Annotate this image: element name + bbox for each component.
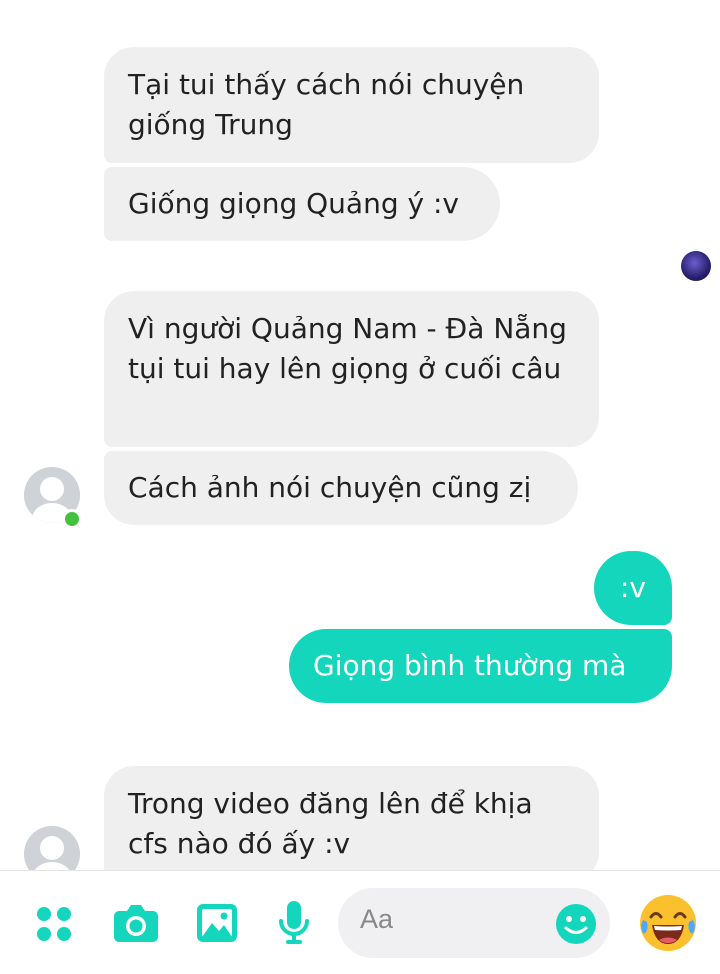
- message-bubble[interactable]: Giống giọng Quảng ý :v: [104, 167, 500, 241]
- message-thread: Tại tui thấy cách nói chuyện giống Trung…: [0, 0, 720, 870]
- laughing-emoji-icon: [640, 895, 696, 951]
- message-bubble[interactable]: Tại tui thấy cách nói chuyện giống Trung: [104, 47, 599, 163]
- apps-button[interactable]: [34, 904, 74, 944]
- message-composer: Aa: [0, 870, 720, 974]
- message-bubble[interactable]: Trong video đăng lên để khịa cfs nào đó …: [104, 766, 599, 870]
- microphone-button[interactable]: [276, 899, 312, 947]
- message-bubble[interactable]: :v: [594, 551, 672, 625]
- message-text: Vì người Quảng Nam - Đà Nẵng tụi tui hay…: [128, 312, 567, 385]
- message-text: Tại tui thấy cách nói chuyện giống Trung: [128, 68, 525, 141]
- message-bubble[interactable]: Cách ảnh nói chuyện cũng zị: [104, 451, 578, 525]
- apps-icon: [37, 907, 71, 941]
- online-status-dot: [62, 509, 82, 529]
- message-text: Cách ảnh nói chuyện cũng zị: [128, 471, 532, 504]
- camera-icon: [114, 905, 158, 942]
- gallery-icon: [197, 904, 237, 942]
- message-bubble[interactable]: Vì người Quảng Nam - Đà Nẵng tụi tui hay…: [104, 291, 599, 447]
- emoji-icon: [556, 904, 596, 944]
- message-text: :v: [619, 571, 646, 604]
- gallery-button[interactable]: [195, 901, 239, 945]
- contact-avatar[interactable]: [24, 826, 80, 870]
- message-text: Giọng bình thường mà: [313, 649, 627, 682]
- message-text: Trong video đăng lên để khịa cfs nào đó …: [128, 787, 533, 860]
- camera-button[interactable]: [112, 901, 160, 945]
- laughing-emoji-button[interactable]: [636, 891, 700, 955]
- message-bubble[interactable]: Giọng bình thường mà: [289, 629, 672, 703]
- seen-indicator-avatar: [681, 251, 711, 281]
- message-text: Giống giọng Quảng ý :v: [128, 187, 459, 220]
- emoji-button[interactable]: [554, 902, 598, 946]
- message-input[interactable]: Aa: [338, 888, 610, 958]
- message-input-placeholder: Aa: [360, 904, 394, 934]
- microphone-icon: [279, 901, 309, 944]
